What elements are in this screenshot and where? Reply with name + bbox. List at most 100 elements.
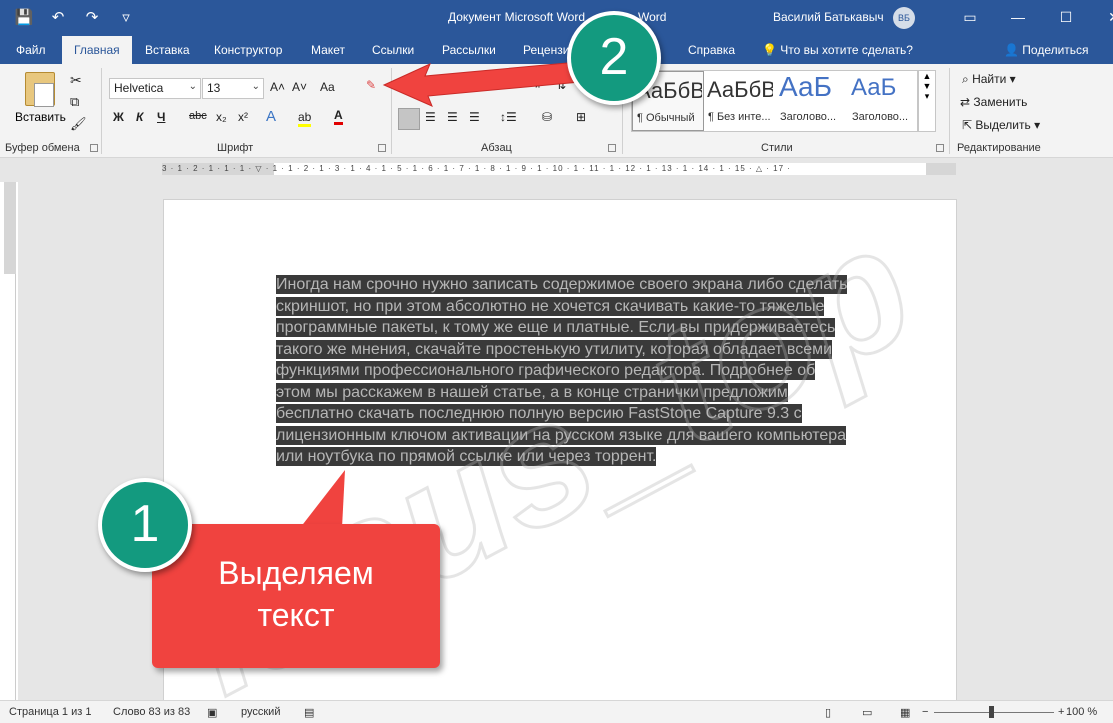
print-layout-icon[interactable]: ▭ — [862, 706, 872, 719]
page-count[interactable]: Страница 1 из 1 — [9, 706, 91, 718]
save-icon[interactable]: 💾 — [14, 8, 34, 26]
clear-formatting-icon[interactable]: ✎ — [366, 78, 376, 92]
text-line[interactable]: этом мы расскажем в нашей статье, а в ко… — [276, 382, 788, 402]
tab-review[interactable]: Рецензи — [523, 43, 569, 57]
status-bar: Страница 1 из 1 Слово 83 из 83 ▣ русский… — [0, 700, 1113, 723]
underline-button[interactable]: Ч — [157, 110, 165, 124]
text-line[interactable]: Иногда нам срочно нужно записать содержи… — [276, 275, 848, 294]
web-layout-icon[interactable]: ▦ — [900, 706, 910, 719]
zoom-level[interactable]: 100 % — [1066, 706, 1097, 718]
macro-icon[interactable]: ▤ — [304, 706, 314, 719]
proofing-icon[interactable]: ▣ — [207, 706, 217, 719]
group-separator — [949, 68, 950, 154]
tab-layout[interactable]: Макет — [311, 43, 345, 57]
font-color-button[interactable]: A — [334, 108, 343, 125]
style-name: Заголово... — [780, 111, 837, 123]
font-size-combo[interactable]: 13 ⌄ — [202, 78, 264, 99]
ruler-area: 3 · 1 · 2 · 1 · 1 · 1 · ▽ · 1 · 1 · 2 · … — [0, 158, 1113, 182]
strikethrough-button[interactable]: abc — [189, 110, 207, 122]
format-painter-icon[interactable]: 🖌 — [70, 116, 87, 132]
justify-icon[interactable]: ☰ — [469, 110, 480, 124]
font-launcher-icon[interactable] — [378, 144, 386, 152]
tab-insert[interactable]: Вставка — [145, 43, 190, 57]
customize-qat-icon[interactable]: ▿ — [116, 8, 136, 26]
text-line[interactable]: бесплатно скачать последнюю полную верси… — [276, 404, 802, 423]
zoom-slider[interactable] — [934, 712, 1054, 713]
paragraph-launcher-icon[interactable] — [608, 144, 616, 152]
grow-font-button[interactable]: A˄ — [270, 80, 285, 94]
borders-icon[interactable]: ⊞ — [576, 110, 586, 124]
styles-gallery: АаБбВ ¶ Обычный АаБбВ ¶ Без инте... АаБ … — [631, 70, 918, 132]
language[interactable]: русский — [241, 706, 280, 718]
subscript-button[interactable]: x₂ — [216, 110, 227, 124]
tab-home[interactable]: Главная — [62, 36, 132, 64]
text-line[interactable]: лицензионным ключом активации на русском… — [276, 425, 847, 445]
avatar[interactable]: ВБ — [893, 7, 915, 29]
line-spacing-icon[interactable]: ↕☰ — [500, 110, 517, 124]
select-button[interactable]: ⇱ Выделить ▾ — [962, 118, 1040, 132]
copy-icon[interactable]: ⧉ — [70, 94, 79, 110]
sort-icon[interactable]: ⇅ — [556, 78, 566, 92]
replace-label: Заменить — [973, 95, 1028, 109]
text-line[interactable]: функциями профессионального графического… — [276, 361, 816, 380]
change-case-button[interactable]: Aa — [320, 80, 335, 94]
word-count[interactable]: Слово 83 из 83 — [113, 706, 190, 718]
shading-icon[interactable]: ⛁ — [542, 110, 552, 124]
window-title: Документ Microsoft Word Word — [448, 10, 666, 24]
user-name[interactable]: Василий Батькавыч — [773, 10, 884, 24]
undo-icon[interactable]: ↶ — [48, 8, 68, 26]
shrink-font-button[interactable]: A˅ — [292, 80, 307, 94]
align-center-icon[interactable]: ☰ — [425, 110, 436, 124]
paste-icon[interactable] — [25, 72, 55, 107]
text-line[interactable]: или ноутбука по прямой ссылке или через … — [276, 447, 657, 466]
read-mode-icon[interactable]: ▯ — [825, 706, 831, 719]
font-name-combo[interactable]: Helvetica ⌄ — [109, 78, 201, 99]
tell-me-search[interactable]: 💡 Что вы хотите сделать? — [762, 43, 913, 57]
align-right-icon[interactable]: ☰ — [447, 110, 458, 124]
style-name: Заголово... — [852, 111, 909, 123]
share-button[interactable]: 👤 Поделиться — [1004, 43, 1089, 57]
decrease-indent-icon[interactable]: ⇤ — [508, 78, 518, 92]
superscript-button[interactable]: x² — [238, 110, 248, 124]
maximize-icon[interactable]: ☐ — [1042, 0, 1090, 36]
tab-design[interactable]: Конструктор — [214, 43, 282, 57]
text-effects-button[interactable]: A — [266, 108, 276, 125]
text-line[interactable]: программные пакеты, к тому же еще и плат… — [276, 318, 836, 337]
style-no-spacing[interactable]: АаБбВ ¶ Без инте... — [704, 71, 776, 131]
close-icon[interactable]: ✕ — [1090, 0, 1113, 36]
ribbon-display-icon[interactable]: ▭ — [946, 0, 994, 36]
vertical-ruler[interactable] — [4, 182, 16, 702]
highlight-button[interactable]: ab — [298, 110, 312, 127]
text-line[interactable]: такого же мнения, скачайте простенькую у… — [276, 339, 833, 359]
style-heading-1[interactable]: АаБ Заголово... — [776, 71, 848, 131]
find-label: Найти — [972, 72, 1007, 86]
paste-button-label[interactable]: Вставить — [15, 110, 66, 124]
styles-gallery-scroll[interactable]: ▲ ▼ ▾ — [918, 70, 936, 132]
document-text[interactable]: Иногда нам срочно нужно записать содержи… — [276, 274, 908, 468]
zoom-slider-thumb[interactable] — [989, 706, 994, 718]
tab-file[interactable]: Файл — [16, 43, 46, 57]
find-button[interactable]: ⌕ Найти ▾ — [962, 72, 1016, 87]
styles-launcher-icon[interactable] — [936, 144, 944, 152]
replace-button[interactable]: ⇄ Заменить — [960, 95, 1027, 109]
style-heading-2[interactable]: АаБ Заголово... — [848, 71, 920, 131]
cut-icon[interactable]: ✂ — [70, 72, 82, 89]
increase-indent-icon[interactable]: ⇥ — [530, 78, 540, 92]
redo-icon[interactable]: ↷ — [82, 8, 102, 26]
zoom-in-button[interactable]: + — [1058, 706, 1064, 718]
zoom-out-button[interactable]: − — [922, 706, 928, 718]
tab-references[interactable]: Ссылки — [372, 43, 414, 57]
font-size-value: 13 — [207, 81, 221, 95]
clipboard-launcher-icon[interactable] — [90, 144, 98, 152]
tab-help[interactable]: Справка — [688, 43, 735, 57]
text-line[interactable]: скриншот, но при этом абсолютно не хочет… — [276, 296, 825, 316]
align-left-button[interactable] — [398, 108, 420, 130]
style-sample: АаБбВ — [707, 77, 773, 102]
multilevel-list-icon[interactable]: ☰ — [472, 80, 483, 94]
horizontal-ruler[interactable]: 3 · 1 · 2 · 1 · 1 · 1 · ▽ · 1 · 1 · 2 · … — [162, 163, 956, 175]
tab-mailings[interactable]: Рассылки — [442, 43, 496, 57]
italic-button[interactable]: К — [136, 110, 143, 124]
clipboard-group-label: Буфер обмена — [5, 142, 80, 154]
minimize-icon[interactable]: — — [994, 0, 1042, 36]
bold-button[interactable]: Ж — [113, 110, 124, 124]
